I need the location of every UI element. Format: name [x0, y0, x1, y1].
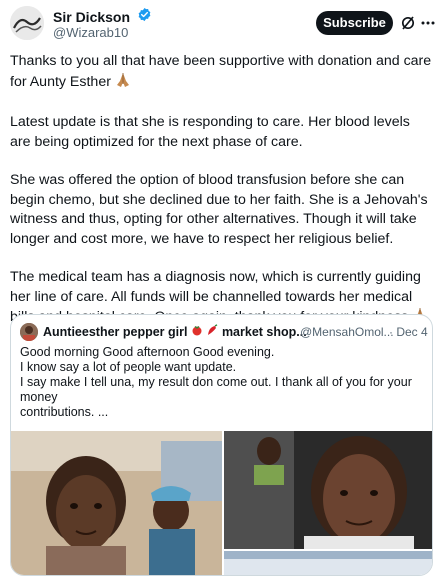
author-display-name[interactable]: Sir Dickson	[53, 8, 130, 26]
tweet-header: Sir Dickson @Wizarab10 Subscribe	[0, 0, 443, 44]
quoted-tweet-header: Auntieesther pepper girl market shop... …	[20, 323, 430, 341]
author-name-row[interactable]: Sir Dickson	[53, 7, 152, 27]
quoted-tweet-date[interactable]: · Dec 4	[389, 325, 428, 339]
verified-badge-icon	[137, 7, 152, 27]
quoted-author-name[interactable]: Auntieesther pepper girl market shop...	[43, 324, 307, 339]
quoted-photo-1[interactable]	[11, 431, 222, 575]
author-handle[interactable]: @Wizarab10	[53, 25, 128, 40]
chili-pepper-icon	[206, 324, 218, 339]
praying-hands-icon	[115, 72, 131, 95]
author-avatar[interactable]	[10, 6, 44, 40]
tweet-paragraph: Latest update is that she is responding …	[10, 114, 410, 150]
more-icon[interactable]	[421, 15, 435, 36]
quoted-text-line: Good morning Good afternoon Good evening…	[20, 345, 275, 359]
quoted-author-handle[interactable]: @MensahOmol...	[300, 325, 394, 339]
quoted-text-line: contributions. ...	[20, 405, 109, 419]
quoted-author-avatar[interactable]	[20, 323, 38, 341]
quoted-text-line: I say make I tell una, my result don com…	[20, 375, 416, 404]
grok-icon[interactable]	[400, 15, 416, 36]
quoted-tweet[interactable]: Auntieesther pepper girl market shop... …	[10, 314, 433, 576]
tweet-text: Thanks to you all that have been support…	[10, 52, 434, 349]
quoted-photo-2[interactable]	[224, 431, 432, 549]
tomato-icon	[191, 325, 203, 339]
subscribe-button[interactable]: Subscribe	[316, 11, 393, 35]
tweet-paragraph: She was offered the option of blood tran…	[10, 172, 428, 247]
quoted-text-line: I know say a lot of people want update.	[20, 360, 237, 374]
quoted-tweet-text: Good morning Good afternoon Good evening…	[20, 345, 425, 420]
tweet-paragraph: Thanks to you all that have been support…	[10, 52, 434, 94]
